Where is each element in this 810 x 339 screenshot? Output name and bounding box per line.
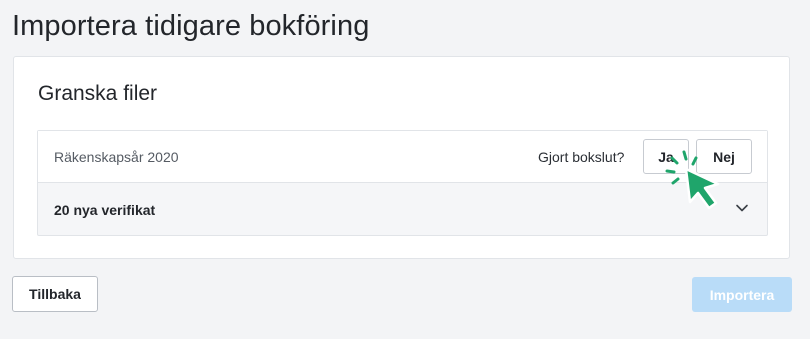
yes-button[interactable]: Ja: [643, 139, 689, 174]
file-panel: Räkenskapsår 2020 Gjort bokslut? Ja Nej …: [37, 130, 768, 236]
fiscal-year-label: Räkenskapsår 2020: [54, 149, 179, 165]
back-button[interactable]: Tillbaka: [12, 276, 98, 312]
vouchers-count-label: 20 nya verifikat: [54, 202, 156, 218]
vouchers-expand-row[interactable]: 20 nya verifikat: [38, 183, 767, 236]
card-title: Granska filer: [38, 82, 158, 105]
no-button[interactable]: Nej: [696, 139, 752, 174]
chevron-down-icon[interactable]: [735, 201, 749, 215]
import-button[interactable]: Importera: [692, 277, 792, 312]
page-title: Importera tidigare bokföring: [12, 10, 370, 42]
closing-question-label: Gjort bokslut?: [538, 149, 625, 165]
file-header: Räkenskapsår 2020 Gjort bokslut? Ja Nej: [38, 131, 767, 183]
review-files-card: Granska filer Räkenskapsår 2020 Gjort bo…: [13, 56, 790, 259]
